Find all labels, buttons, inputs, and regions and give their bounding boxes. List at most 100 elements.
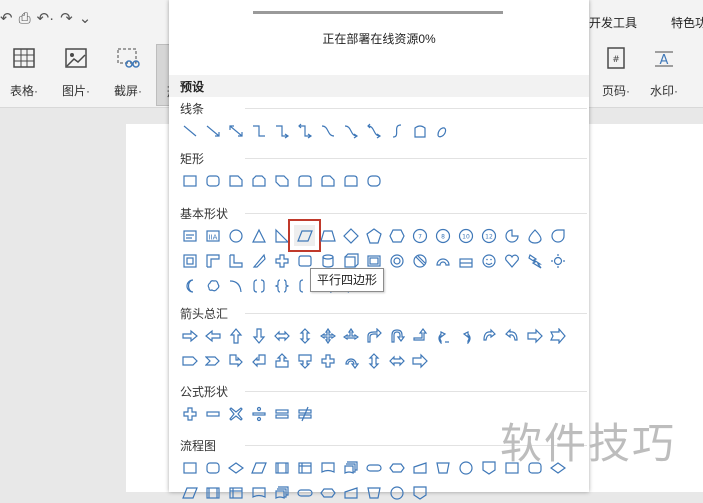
shape-icon[interactable] [478,325,499,346]
shape-icon[interactable] [271,403,292,424]
shape-icon[interactable] [432,325,453,346]
shape-icon[interactable] [317,325,338,346]
shape-icon[interactable] [294,350,315,371]
shape-icon[interactable] [432,250,453,271]
shape-icon[interactable] [409,120,430,141]
shape-icon[interactable] [179,350,200,371]
shape-icon[interactable] [340,225,361,246]
shape-icon[interactable] [478,250,499,271]
shape-icon[interactable] [225,403,246,424]
shape-icon[interactable] [409,350,430,371]
shape-icon[interactable]: 7 [409,225,430,246]
shape-icon[interactable] [248,120,269,141]
shape-icon[interactable] [225,170,246,191]
shape-icon[interactable] [225,225,246,246]
shape-icon[interactable] [386,225,407,246]
shape-icon[interactable] [409,482,430,503]
shape-icon[interactable] [363,225,384,246]
shape-icon[interactable] [340,170,361,191]
shape-icon[interactable] [317,350,338,371]
ribbon-left-button-1[interactable]: 图片· [52,44,100,104]
shape-icon[interactable] [294,403,315,424]
print-icon[interactable]: ⎙ [19,10,31,27]
tab-dev-tools[interactable]: 开发工具 [589,14,637,31]
shape-icon[interactable] [202,350,223,371]
shape-icon[interactable] [225,250,246,271]
shape-icon[interactable] [386,325,407,346]
shape-icon[interactable] [294,457,315,478]
shape-icon[interactable] [501,225,522,246]
shape-icon[interactable] [363,457,384,478]
shape-icon[interactable] [202,482,223,503]
shape-icon[interactable] [340,350,361,371]
shape-icon[interactable] [248,275,269,296]
ribbon-right-button-1[interactable]: A 水印· [640,44,688,104]
shape-icon[interactable]: 10 [455,225,476,246]
shape-icon[interactable] [340,457,361,478]
shape-icon[interactable] [225,325,246,346]
shape-icon[interactable] [386,120,407,141]
shape-icon[interactable] [202,170,223,191]
shape-icon[interactable] [340,482,361,503]
shape-icon[interactable] [363,482,384,503]
shape-icon[interactable] [455,250,476,271]
shape-icon[interactable] [386,250,407,271]
customize-icon[interactable]: ⌄ [79,9,92,27]
shape-icon[interactable] [432,120,453,141]
shape-icon[interactable] [179,457,200,478]
shape-icon[interactable] [202,457,223,478]
tab-features[interactable]: 特色功 [671,14,703,31]
shape-icon[interactable] [179,170,200,191]
ribbon-left-button-2[interactable]: 截屏· [104,44,152,104]
shape-icon[interactable] [524,325,545,346]
shape-icon[interactable] [363,350,384,371]
shape-icon[interactable] [248,170,269,191]
parallelogram-shape-icon[interactable] [288,219,321,252]
shape-icon[interactable] [524,250,545,271]
shape-icon[interactable] [317,482,338,503]
ribbon-left-button-0[interactable]: 表格· [0,44,48,104]
shape-icon[interactable] [271,120,292,141]
shape-icon[interactable] [317,170,338,191]
shape-icon[interactable] [202,120,223,141]
shape-icon[interactable] [271,225,292,246]
shape-icon[interactable] [363,325,384,346]
shape-icon[interactable] [547,250,568,271]
shape-icon[interactable] [432,457,453,478]
undo-icon[interactable]: ↶ [0,9,13,27]
shape-icon[interactable] [478,457,499,478]
shape-icon[interactable] [363,170,384,191]
shape-icon[interactable] [294,325,315,346]
shape-icon[interactable] [248,250,269,271]
ribbon-right-button-0[interactable]: # 页码· [592,44,640,104]
shape-icon[interactable] [409,457,430,478]
shape-icon[interactable] [271,457,292,478]
shape-icon[interactable] [202,250,223,271]
shape-icon[interactable] [363,120,384,141]
shape-icon[interactable] [202,325,223,346]
shape-icon[interactable] [340,120,361,141]
shape-icon[interactable] [248,325,269,346]
shape-icon[interactable] [386,482,407,503]
shape-icon[interactable] [179,403,200,424]
shape-icon[interactable] [547,225,568,246]
shape-icon[interactable] [179,120,200,141]
shape-icon[interactable] [225,275,246,296]
shape-icon[interactable] [409,325,430,346]
shape-icon[interactable] [271,325,292,346]
shape-icon[interactable] [225,120,246,141]
shape-icon[interactable] [248,403,269,424]
shape-icon[interactable]: IIA [202,225,223,246]
shape-icon[interactable] [317,225,338,246]
shape-icon[interactable] [271,482,292,503]
shape-icon[interactable] [248,457,269,478]
shape-icon[interactable] [294,170,315,191]
shape-icon[interactable] [179,250,200,271]
redo-icon[interactable]: ↷ [60,9,73,27]
shape-icon[interactable] [202,403,223,424]
undo-icon[interactable]: ↶· [37,9,55,27]
shape-icon[interactable]: 8 [432,225,453,246]
shape-icon[interactable] [294,120,315,141]
shape-icon[interactable] [202,275,223,296]
shape-icon[interactable] [547,325,568,346]
